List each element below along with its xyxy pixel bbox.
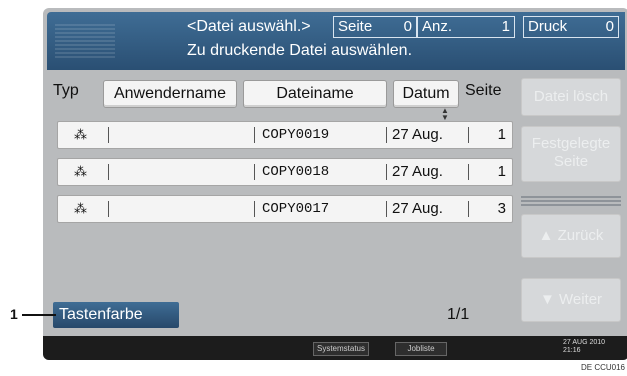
key-color-button[interactable]: Tastenfarbe — [53, 302, 179, 328]
file-pages: 1 — [497, 163, 506, 180]
file-row[interactable]: ⁂ COPY0018 27 Aug. 1 — [57, 158, 513, 186]
file-name: COPY0017 — [262, 201, 330, 217]
previous-page-button[interactable]: ▲ Zurück — [521, 214, 621, 258]
file-pages: 3 — [497, 200, 506, 217]
datetime-display: 27 AUG 2010 21:16 — [563, 339, 606, 354]
copy-job-icon: ⁂ — [74, 201, 87, 216]
sort-by-filename-button[interactable]: Dateiname — [243, 80, 387, 108]
druck-counter: Druck 0 — [523, 16, 619, 38]
job-list-button[interactable]: Jobliste — [395, 342, 447, 356]
druck-panel: Druck 0 — [517, 12, 625, 70]
header-bar: <Datei auswähl.> Zu druckende Datei ausw… — [47, 12, 517, 70]
copy-job-icon: ⁂ — [74, 127, 87, 142]
column-pages-label: Seite — [465, 82, 502, 99]
figure-code: DE CCU016 — [580, 363, 625, 372]
sort-by-date-button[interactable]: Datum — [393, 80, 459, 108]
file-row[interactable]: ⁂ COPY0017 27 Aug. 3 — [57, 195, 513, 223]
anz-counter: Anz. 1 — [417, 16, 515, 38]
callout-number: 1 — [10, 306, 18, 322]
callout-line — [22, 314, 56, 316]
file-name: COPY0019 — [262, 127, 330, 143]
file-name: COPY0018 — [262, 164, 330, 180]
file-date: 27 Aug. — [392, 163, 443, 180]
file-date: 27 Aug. — [392, 200, 443, 217]
delete-file-button[interactable]: Datei lösch — [521, 78, 621, 116]
file-pages: 1 — [497, 126, 506, 143]
file-row[interactable]: ⁂ COPY0019 27 Aug. 1 — [57, 121, 513, 149]
screen-instruction: Zu druckende Datei auswählen. — [187, 42, 413, 59]
sort-by-user-button[interactable]: Anwendername — [103, 80, 237, 108]
file-date: 27 Aug. — [392, 126, 443, 143]
copier-panel: <Datei auswähl.> Zu druckende Datei ausw… — [43, 8, 627, 360]
fixed-page-button[interactable]: Festgelegte Seite — [521, 126, 621, 182]
copy-job-icon: ⁂ — [74, 164, 87, 179]
next-page-button[interactable]: ▼ Weiter — [521, 278, 621, 322]
screen-title: <Datei auswähl.> — [187, 18, 311, 35]
side-divider — [521, 194, 621, 206]
sort-direction-icon: ▲ ▼ — [441, 106, 449, 122]
column-type-label: Typ — [53, 82, 79, 99]
page-indicator: 1/1 — [447, 306, 470, 323]
system-status-button[interactable]: Systemstatus — [313, 342, 369, 356]
seite-counter: Seite 0 — [333, 16, 417, 38]
status-bar: Systemstatus Jobliste 27 AUG 2010 21:16 — [43, 336, 627, 360]
header-decoration — [55, 24, 115, 58]
